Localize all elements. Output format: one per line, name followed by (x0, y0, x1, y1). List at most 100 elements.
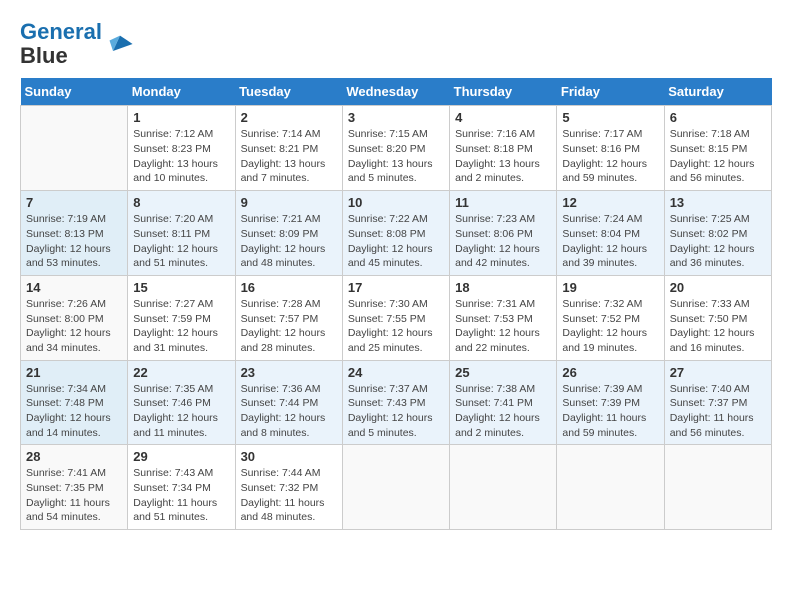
calendar-cell: 2 Sunrise: 7:14 AMSunset: 8:21 PMDaylight… (235, 106, 342, 191)
calendar-cell (557, 445, 664, 530)
day-info: Sunrise: 7:12 AMSunset: 8:23 PMDaylight:… (133, 127, 229, 186)
day-number: 29 (133, 449, 229, 464)
calendar-cell: 3 Sunrise: 7:15 AMSunset: 8:20 PMDaylight… (342, 106, 449, 191)
day-info: Sunrise: 7:28 AMSunset: 7:57 PMDaylight:… (241, 297, 337, 356)
day-number: 23 (241, 365, 337, 380)
day-number: 22 (133, 365, 229, 380)
calendar-cell: 29 Sunrise: 7:43 AMSunset: 7:34 PMDayligh… (128, 445, 235, 530)
calendar-table: SundayMondayTuesdayWednesdayThursdayFrid… (20, 78, 772, 530)
calendar-cell: 27 Sunrise: 7:40 AMSunset: 7:37 PMDayligh… (664, 360, 771, 445)
day-info: Sunrise: 7:22 AMSunset: 8:08 PMDaylight:… (348, 212, 444, 271)
weekday-header-monday: Monday (128, 78, 235, 106)
day-number: 5 (562, 110, 658, 125)
calendar-week-4: 21 Sunrise: 7:34 AMSunset: 7:48 PMDayligh… (21, 360, 772, 445)
day-info: Sunrise: 7:33 AMSunset: 7:50 PMDaylight:… (670, 297, 766, 356)
day-number: 6 (670, 110, 766, 125)
day-info: Sunrise: 7:14 AMSunset: 8:21 PMDaylight:… (241, 127, 337, 186)
day-number: 3 (348, 110, 444, 125)
page-header: GeneralBlue (20, 20, 772, 68)
weekday-header-saturday: Saturday (664, 78, 771, 106)
weekday-header-tuesday: Tuesday (235, 78, 342, 106)
calendar-week-5: 28Sunrise: 7:41 AMSunset: 7:35 PMDayligh… (21, 445, 772, 530)
calendar-cell: 11 Sunrise: 7:23 AMSunset: 8:06 PMDayligh… (450, 191, 557, 276)
day-info: Sunrise: 7:32 AMSunset: 7:52 PMDaylight:… (562, 297, 658, 356)
calendar-week-3: 14 Sunrise: 7:26 AMSunset: 8:00 PMDayligh… (21, 275, 772, 360)
calendar-cell: 7Sunrise: 7:19 AMSunset: 8:13 PMDaylight… (21, 191, 128, 276)
day-number: 8 (133, 195, 229, 210)
day-info: Sunrise: 7:34 AMSunset: 7:48 PMDaylight:… (26, 382, 122, 441)
weekday-header-row: SundayMondayTuesdayWednesdayThursdayFrid… (21, 78, 772, 106)
logo: GeneralBlue (20, 20, 134, 68)
day-info: Sunrise: 7:31 AMSunset: 7:53 PMDaylight:… (455, 297, 551, 356)
day-info: Sunrise: 7:41 AMSunset: 7:35 PMDaylight:… (26, 466, 122, 525)
calendar-cell: 20 Sunrise: 7:33 AMSunset: 7:50 PMDayligh… (664, 275, 771, 360)
weekday-header-sunday: Sunday (21, 78, 128, 106)
day-info: Sunrise: 7:18 AMSunset: 8:15 PMDaylight:… (670, 127, 766, 186)
day-number: 11 (455, 195, 551, 210)
day-number: 13 (670, 195, 766, 210)
calendar-cell: 17Sunrise: 7:30 AMSunset: 7:55 PMDayligh… (342, 275, 449, 360)
calendar-cell: 10 Sunrise: 7:22 AMSunset: 8:08 PMDayligh… (342, 191, 449, 276)
calendar-cell: 19 Sunrise: 7:32 AMSunset: 7:52 PMDayligh… (557, 275, 664, 360)
calendar-cell: 9 Sunrise: 7:21 AMSunset: 8:09 PMDaylight… (235, 191, 342, 276)
calendar-cell: 16 Sunrise: 7:28 AMSunset: 7:57 PMDayligh… (235, 275, 342, 360)
calendar-week-1: 1 Sunrise: 7:12 AMSunset: 8:23 PMDaylight… (21, 106, 772, 191)
day-number: 15 (133, 280, 229, 295)
calendar-cell: 26Sunrise: 7:39 AMSunset: 7:39 PMDayligh… (557, 360, 664, 445)
weekday-header-friday: Friday (557, 78, 664, 106)
day-info: Sunrise: 7:43 AMSunset: 7:34 PMDaylight:… (133, 466, 229, 525)
day-info: Sunrise: 7:25 AMSunset: 8:02 PMDaylight:… (670, 212, 766, 271)
calendar-cell: 1 Sunrise: 7:12 AMSunset: 8:23 PMDaylight… (128, 106, 235, 191)
day-number: 30 (241, 449, 337, 464)
calendar-cell: 28Sunrise: 7:41 AMSunset: 7:35 PMDayligh… (21, 445, 128, 530)
day-number: 18 (455, 280, 551, 295)
day-info: Sunrise: 7:21 AMSunset: 8:09 PMDaylight:… (241, 212, 337, 271)
calendar-cell (342, 445, 449, 530)
weekday-header-wednesday: Wednesday (342, 78, 449, 106)
calendar-cell: 18 Sunrise: 7:31 AMSunset: 7:53 PMDayligh… (450, 275, 557, 360)
calendar-cell: 15 Sunrise: 7:27 AMSunset: 7:59 PMDayligh… (128, 275, 235, 360)
calendar-cell: 30Sunrise: 7:44 AMSunset: 7:32 PMDayligh… (235, 445, 342, 530)
calendar-cell: 13 Sunrise: 7:25 AMSunset: 8:02 PMDayligh… (664, 191, 771, 276)
calendar-cell: 24Sunrise: 7:37 AMSunset: 7:43 PMDayligh… (342, 360, 449, 445)
day-info: Sunrise: 7:17 AMSunset: 8:16 PMDaylight:… (562, 127, 658, 186)
day-info: Sunrise: 7:24 AMSunset: 8:04 PMDaylight:… (562, 212, 658, 271)
logo-icon (106, 30, 134, 58)
day-info: Sunrise: 7:23 AMSunset: 8:06 PMDaylight:… (455, 212, 551, 271)
day-number: 19 (562, 280, 658, 295)
weekday-header-thursday: Thursday (450, 78, 557, 106)
calendar-cell (450, 445, 557, 530)
day-info: Sunrise: 7:16 AMSunset: 8:18 PMDaylight:… (455, 127, 551, 186)
day-number: 9 (241, 195, 337, 210)
day-info: Sunrise: 7:39 AMSunset: 7:39 PMDaylight:… (562, 382, 658, 441)
calendar-cell: 8Sunrise: 7:20 AMSunset: 8:11 PMDaylight… (128, 191, 235, 276)
calendar-cell: 4Sunrise: 7:16 AMSunset: 8:18 PMDaylight… (450, 106, 557, 191)
day-info: Sunrise: 7:38 AMSunset: 7:41 PMDaylight:… (455, 382, 551, 441)
day-number: 16 (241, 280, 337, 295)
day-info: Sunrise: 7:35 AMSunset: 7:46 PMDaylight:… (133, 382, 229, 441)
day-number: 10 (348, 195, 444, 210)
day-number: 2 (241, 110, 337, 125)
calendar-cell: 21 Sunrise: 7:34 AMSunset: 7:48 PMDayligh… (21, 360, 128, 445)
calendar-cell: 6 Sunrise: 7:18 AMSunset: 8:15 PMDaylight… (664, 106, 771, 191)
day-number: 12 (562, 195, 658, 210)
day-info: Sunrise: 7:15 AMSunset: 8:20 PMDaylight:… (348, 127, 444, 186)
day-number: 20 (670, 280, 766, 295)
calendar-cell (664, 445, 771, 530)
day-number: 21 (26, 365, 122, 380)
day-number: 25 (455, 365, 551, 380)
calendar-cell: 23Sunrise: 7:36 AMSunset: 7:44 PMDayligh… (235, 360, 342, 445)
calendar-cell (21, 106, 128, 191)
day-info: Sunrise: 7:40 AMSunset: 7:37 PMDaylight:… (670, 382, 766, 441)
day-number: 1 (133, 110, 229, 125)
day-info: Sunrise: 7:27 AMSunset: 7:59 PMDaylight:… (133, 297, 229, 356)
calendar-cell: 25 Sunrise: 7:38 AMSunset: 7:41 PMDayligh… (450, 360, 557, 445)
day-number: 14 (26, 280, 122, 295)
day-number: 17 (348, 280, 444, 295)
day-number: 27 (670, 365, 766, 380)
day-info: Sunrise: 7:37 AMSunset: 7:43 PMDaylight:… (348, 382, 444, 441)
day-info: Sunrise: 7:26 AMSunset: 8:00 PMDaylight:… (26, 297, 122, 356)
logo-text: GeneralBlue (20, 20, 102, 68)
day-number: 7 (26, 195, 122, 210)
calendar-cell: 14 Sunrise: 7:26 AMSunset: 8:00 PMDayligh… (21, 275, 128, 360)
